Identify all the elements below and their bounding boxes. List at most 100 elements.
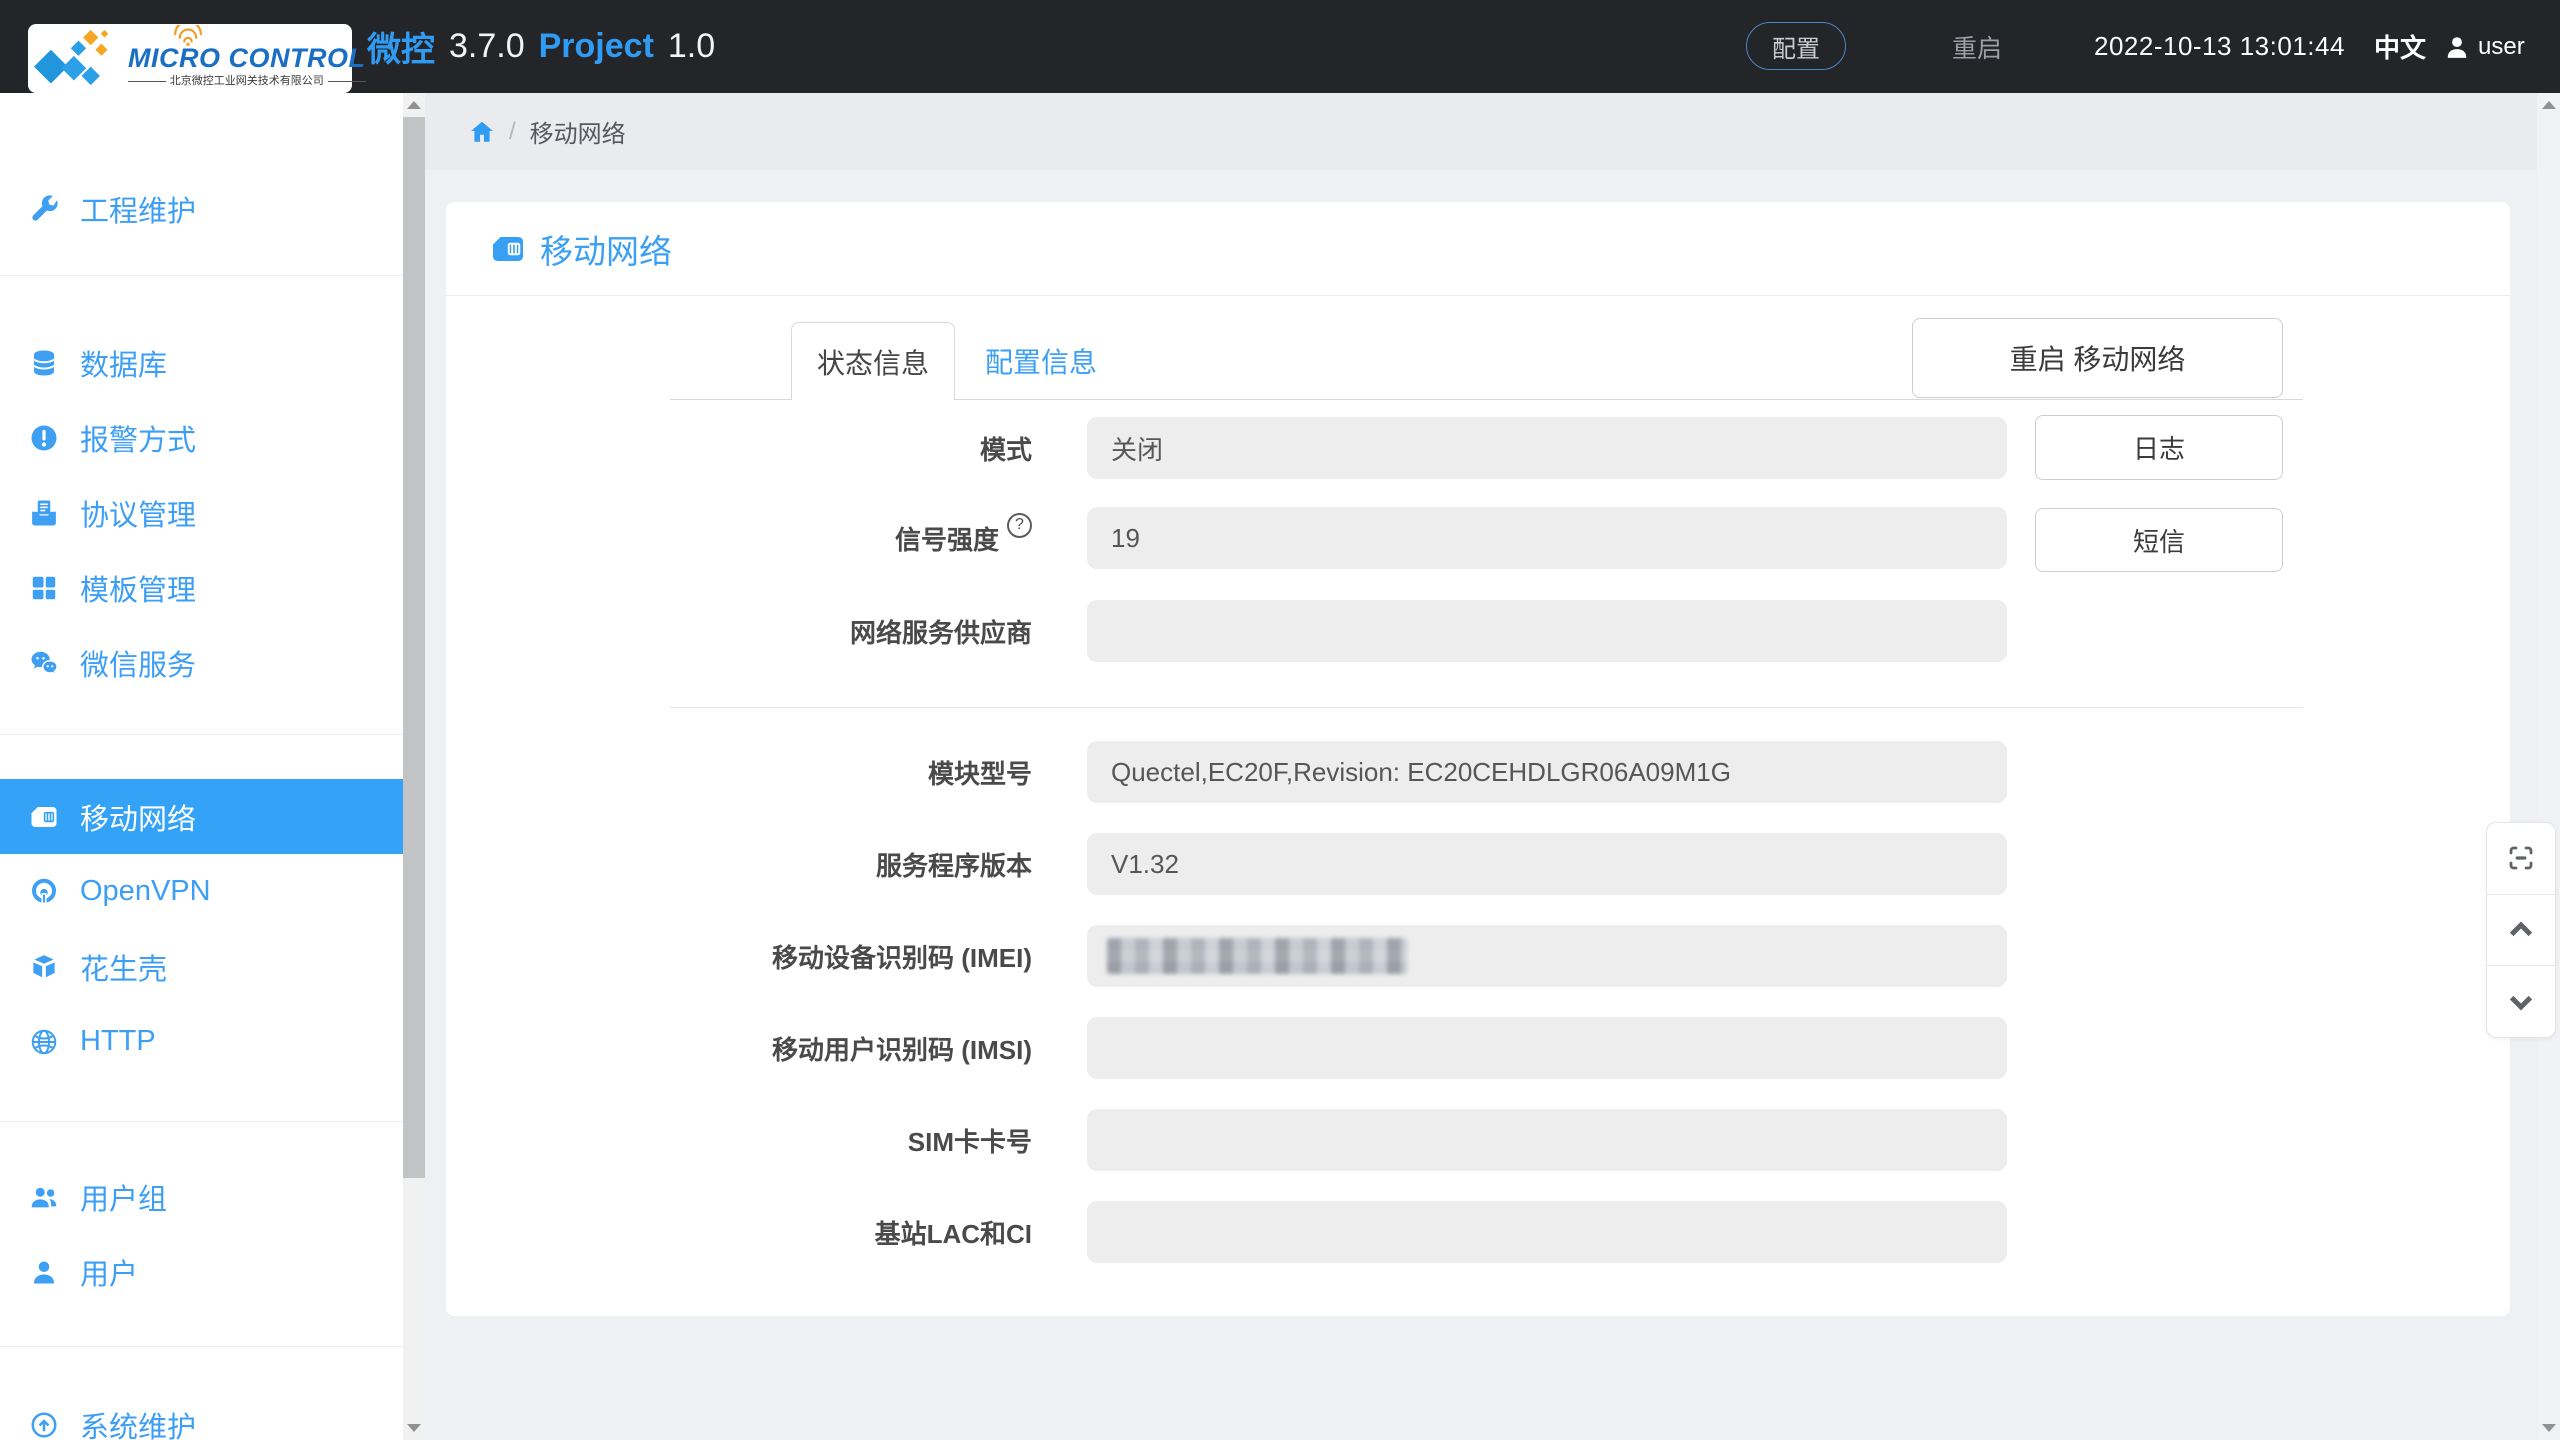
user-menu[interactable]: user xyxy=(2444,0,2525,93)
lac-ci-field xyxy=(1087,1201,2007,1263)
tab-config-info[interactable]: 配置信息 xyxy=(955,322,1127,400)
sidebar-item-label: 工程维护 xyxy=(80,195,197,228)
sidebar-item-label: HTTP xyxy=(80,1025,156,1057)
brand-name: MICRO CONTROL xyxy=(128,42,366,73)
sidebar-item-alarm[interactable]: 报警方式 xyxy=(0,400,403,475)
app-title: 微控 3.7.0 Project 1.0 xyxy=(367,0,715,93)
form-row-module-model: 模块型号 Quectel,EC20F,Revision: EC20CEHDLGR… xyxy=(446,741,2510,803)
datetime-display: 2022-10-13 13:01:44 xyxy=(2094,31,2345,61)
sidebar-item-label: 用户组 xyxy=(80,1183,168,1216)
logo-diamonds-icon xyxy=(34,29,109,85)
grid-icon xyxy=(28,572,60,604)
module-model-field: Quectel,EC20F,Revision: EC20CEHDLGR06A09… xyxy=(1087,741,2007,803)
tabbar-filler xyxy=(670,322,791,400)
sidebar-scrollbar-thumb[interactable] xyxy=(403,117,425,1178)
chevron-up-icon xyxy=(2509,921,2533,937)
brand-subtitle: 北京微控工业网关技术有限公司 xyxy=(128,75,366,87)
field-label: 服务程序版本 xyxy=(875,850,1032,881)
sidebar-item-label: 数据库 xyxy=(80,349,168,382)
field-label: 移动设备识别码 (IMEI) xyxy=(772,942,1032,973)
protocol-doc-icon xyxy=(28,497,60,529)
form-row-service-version: 服务程序版本 V1.32 xyxy=(446,833,2510,895)
carrier-field xyxy=(1087,600,2007,662)
chevron-down-icon xyxy=(2509,995,2533,1011)
sidebar-section: 用户组 用户 xyxy=(0,1122,403,1347)
breadcrumb: / 移动网络 xyxy=(425,93,2537,170)
sidebar-item-label: 用户 xyxy=(80,1258,139,1291)
sidebar-item-label: OpenVPN xyxy=(80,875,211,907)
imsi-field xyxy=(1087,1017,2007,1079)
sidebar-item-protocol[interactable]: 协议管理 xyxy=(0,475,403,550)
field-label: 移动用户识别码 (IMSI) xyxy=(772,1034,1032,1065)
wrench-icon xyxy=(28,193,60,225)
arrow-up-circle-icon xyxy=(28,1409,60,1440)
page-title: 移动网络 xyxy=(540,232,672,270)
database-icon xyxy=(28,347,60,379)
project-version: 1.0 xyxy=(667,27,716,65)
field-label: 模块型号 xyxy=(927,758,1032,789)
mode-field: 关闭 xyxy=(1087,417,2007,479)
sim-number-field xyxy=(1087,1109,2007,1171)
scroll-to-top-button[interactable] xyxy=(2487,893,2555,966)
sidebar-item-label: 协议管理 xyxy=(80,499,197,532)
sidebar-item-peanut-shell[interactable]: 花生壳 xyxy=(0,929,403,1004)
sidebar-item-database[interactable]: 数据库 xyxy=(0,325,403,400)
sidebar-item-openvpn[interactable]: OpenVPN xyxy=(0,854,403,929)
sidebar-section: 系统维护 xyxy=(0,1347,403,1440)
scroll-up-arrow[interactable] xyxy=(403,93,425,117)
language-switch[interactable]: 中文 xyxy=(2374,0,2426,93)
app-version: 3.7.0 xyxy=(449,27,525,65)
form-row-carrier: 网络服务供应商 xyxy=(446,600,2510,662)
sidebar-item-user-groups[interactable]: 用户组 xyxy=(0,1159,403,1234)
form-row-lac-ci: 基站LAC和CI xyxy=(446,1201,2510,1263)
help-icon[interactable]: ? xyxy=(1007,512,1032,538)
field-label: SIM卡卡号 xyxy=(907,1126,1032,1157)
sidebar-nav: 工程维护 数据库 报警方式 协议管理 模板管理 微信服务 移动网络 OpenVP… xyxy=(0,93,403,1440)
field-label: 网络服务供应商 xyxy=(849,617,1032,648)
service-version-field: V1.32 xyxy=(1087,833,2007,895)
project-label: Project xyxy=(538,27,654,65)
sidebar-item-label: 移动网络 xyxy=(80,803,197,836)
username: user xyxy=(2478,32,2525,60)
sidebar-item-label: 花生壳 xyxy=(80,953,168,986)
form-row-imei: 移动设备识别码 (IMEI) xyxy=(446,925,2510,987)
breadcrumb-current: 移动网络 xyxy=(529,121,626,148)
form-row-signal-strength: 信号强度? 19 xyxy=(446,507,2510,569)
sidebar-item-users[interactable]: 用户 xyxy=(0,1234,403,1309)
sidebar-item-system-maintenance[interactable]: 系统维护 xyxy=(0,1387,403,1440)
sim-card-icon xyxy=(28,801,60,833)
sidebar-item-mobile-network[interactable]: 移动网络 xyxy=(0,779,403,854)
sidebar-item-wechat[interactable]: 微信服务 xyxy=(0,625,403,700)
openvpn-icon xyxy=(28,876,60,908)
restart-mobile-network-button[interactable]: 重启 移动网络 xyxy=(1912,318,2283,398)
fullscreen-button[interactable] xyxy=(2487,823,2555,894)
top-navbar: MICRO CONTROL 北京微控工业网关技术有限公司 微控 3.7.0 Pr… xyxy=(0,0,2560,93)
scroll-to-bottom-button[interactable] xyxy=(2487,965,2555,1037)
sidebar-scrollbar[interactable] xyxy=(403,93,425,1440)
sidebar-item-template[interactable]: 模板管理 xyxy=(0,550,403,625)
sidebar-item-label: 微信服务 xyxy=(80,649,197,682)
home-icon[interactable] xyxy=(469,119,495,145)
sidebar-section: 移动网络 OpenVPN 花生壳 HTTP xyxy=(0,735,403,1122)
field-label: 模式 xyxy=(979,434,1032,465)
user-icon xyxy=(2447,36,2467,58)
fullscreen-icon xyxy=(2509,846,2533,870)
form-row-imsi: 移动用户识别码 (IMSI) xyxy=(446,1017,2510,1079)
restart-link[interactable]: 重启 xyxy=(1952,0,2002,93)
sidebar-item-label: 模板管理 xyxy=(80,574,197,607)
form-row-sim-number: SIM卡卡号 xyxy=(446,1109,2510,1171)
scroll-up-arrow[interactable] xyxy=(2537,93,2560,117)
globe-icon xyxy=(28,1026,60,1058)
scroll-down-arrow[interactable] xyxy=(403,1416,425,1440)
page-scrollbar[interactable] xyxy=(2537,93,2560,1440)
sidebar-section: 数据库 报警方式 协议管理 模板管理 微信服务 xyxy=(0,276,403,735)
config-button[interactable]: 配置 xyxy=(1746,22,1846,70)
cube-icon xyxy=(28,951,60,983)
alert-circle-icon xyxy=(28,422,60,454)
sidebar-item-http[interactable]: HTTP xyxy=(0,1004,403,1079)
card-header: 移动网络 xyxy=(446,202,2510,296)
sidebar-item-engineering[interactable]: 工程维护 xyxy=(0,171,403,246)
scroll-down-arrow[interactable] xyxy=(2537,1416,2560,1440)
tab-status-info[interactable]: 状态信息 xyxy=(791,322,955,400)
content-card: 移动网络 状态信息 配置信息 重启 移动网络 日志 短信 模式 关闭 信号强度?… xyxy=(446,202,2510,1316)
